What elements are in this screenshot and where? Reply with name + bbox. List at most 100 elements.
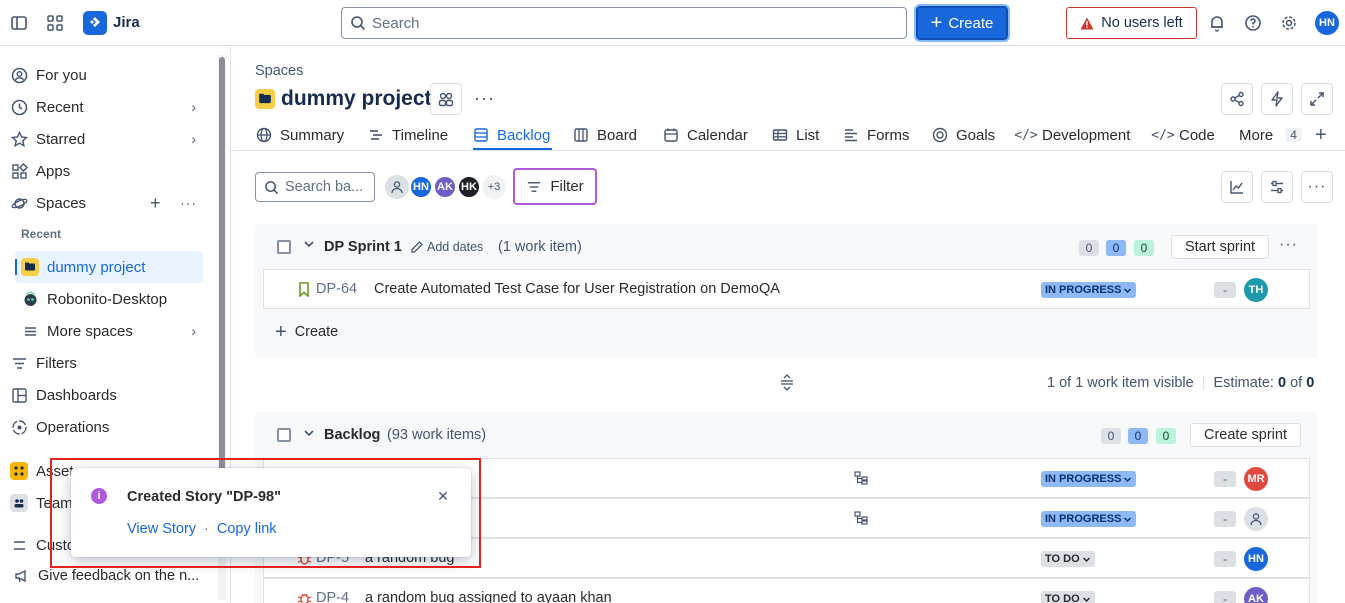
status-dropdown[interactable]: TO DO <box>1041 551 1095 567</box>
automation-button[interactable] <box>1261 83 1293 115</box>
assignee-avatar[interactable]: TH <box>1244 278 1268 302</box>
sidebar-scrollbar-thumb[interactable] <box>219 57 225 507</box>
estimate-badge[interactable]: - <box>1214 591 1236 603</box>
estimate-badge[interactable]: - <box>1214 282 1236 298</box>
no-users-left-button[interactable]: No users left <box>1066 7 1197 39</box>
jira-logo-icon[interactable] <box>83 11 107 35</box>
settings-gear-icon[interactable] <box>1278 12 1300 34</box>
sprint-select-checkbox[interactable] <box>277 240 291 254</box>
sprint-title[interactable]: DP Sprint 1 <box>324 239 402 255</box>
work-item-summary[interactable]: Create Automated Test Case for User Regi… <box>374 281 780 297</box>
section-resize-handle-icon[interactable] <box>779 373 795 391</box>
work-item-key[interactable]: DP-4 <box>316 590 349 603</box>
project-people-button[interactable] <box>430 83 462 115</box>
more-avatars-button[interactable]: +3 <box>482 175 506 199</box>
project-more-actions-icon[interactable]: ··· <box>474 88 495 109</box>
create-sprint-button[interactable]: Create sprint <box>1190 423 1301 447</box>
backlog-title[interactable]: Backlog <box>324 427 380 443</box>
sidebar-item-more-spaces[interactable]: More spaces › <box>21 318 210 344</box>
sidebar-toggle-icon[interactable] <box>8 12 30 34</box>
code-brackets-icon: </> <box>1014 127 1038 143</box>
global-search-input[interactable]: Search <box>341 7 907 39</box>
hierarchy-icon[interactable] <box>854 471 868 488</box>
share-button[interactable] <box>1221 83 1253 115</box>
estimate-badge[interactable]: - <box>1214 471 1236 487</box>
status-dropdown[interactable]: IN PROGRESS <box>1041 282 1137 298</box>
backlog-select-checkbox[interactable] <box>277 428 291 442</box>
give-feedback-link[interactable]: Give feedback on the n... <box>14 568 199 584</box>
more-options-icon[interactable]: ··· <box>180 195 197 211</box>
backlog-search-input[interactable]: Search ba... <box>255 172 375 202</box>
assignee-avatar[interactable]: HN <box>1244 547 1268 571</box>
sidebar-item-robonito-desktop[interactable]: Robonito-Desktop <box>21 286 167 312</box>
status-dropdown[interactable]: IN PROGRESS <box>1041 511 1137 527</box>
sidebar-item-label: Starred <box>36 130 86 148</box>
user-avatar[interactable]: HN <box>1315 11 1339 35</box>
filter-button[interactable]: Filter <box>513 168 597 205</box>
done-count-badge: 0 <box>1134 240 1154 256</box>
create-work-item-button[interactable]: + Create <box>275 322 338 342</box>
sidebar-item-dummy-project[interactable]: dummy project <box>21 254 145 280</box>
avatar-filter-ak[interactable]: AK <box>433 175 457 199</box>
work-item-summary[interactable]: a random bug assigned to ayaan khan <box>365 590 612 603</box>
add-dates-button[interactable]: Add dates <box>410 240 483 254</box>
sidebar-item-for-you[interactable]: For you <box>10 62 87 88</box>
sidebar-item-recent[interactable]: Recent › <box>10 94 210 120</box>
sidebar-item-operations[interactable]: Operations <box>10 414 109 440</box>
unassigned-avatar[interactable] <box>1244 507 1268 531</box>
breadcrumb-spaces[interactable]: Spaces <box>255 63 303 79</box>
status-dropdown[interactable]: IN PROGRESS <box>1041 471 1137 487</box>
tab-board[interactable]: Board <box>573 124 637 146</box>
status-dropdown[interactable]: TO DO <box>1041 591 1095 603</box>
work-item-key[interactable]: DP-64 <box>316 281 357 297</box>
unassigned-avatar-filter[interactable] <box>385 175 409 199</box>
assignee-avatar[interactable]: AK <box>1244 587 1268 603</box>
tab-development[interactable]: </> Development <box>1014 124 1130 146</box>
add-tab-icon[interactable]: + <box>1315 124 1327 146</box>
tab-list[interactable]: List <box>772 124 819 146</box>
tab-summary[interactable]: Summary <box>256 124 344 146</box>
app-switcher-icon[interactable] <box>44 12 66 34</box>
add-space-icon[interactable]: + <box>150 193 161 214</box>
notifications-bell-icon[interactable] <box>1206 12 1228 34</box>
start-sprint-button[interactable]: Start sprint <box>1171 235 1269 259</box>
estimate-badge[interactable]: - <box>1214 551 1236 567</box>
sidebar-item-filters[interactable]: Filters <box>10 350 77 376</box>
app-name[interactable]: Jira <box>113 14 140 31</box>
more-options-button[interactable]: ··· <box>1301 171 1333 203</box>
sidebar-item-label: Filters <box>36 354 77 372</box>
view-settings-button[interactable] <box>1261 171 1293 203</box>
create-button[interactable]: + Create <box>914 4 1010 42</box>
tab-more[interactable]: More 4 <box>1239 124 1302 146</box>
chevron-right-icon[interactable]: › <box>191 131 196 147</box>
avatar-filter-hk[interactable]: HK <box>457 175 481 199</box>
sprint-more-actions-icon[interactable]: ··· <box>1279 236 1298 254</box>
table-row[interactable]: DP-64 Create Automated Test Case for Use… <box>263 269 1310 309</box>
tab-code[interactable]: </> Code <box>1151 124 1215 146</box>
tab-goals[interactable]: Goals <box>932 124 995 146</box>
teams-icon <box>10 494 28 512</box>
hierarchy-icon[interactable] <box>854 511 868 528</box>
tab-calendar[interactable]: Calendar <box>663 124 748 146</box>
table-row[interactable]: DP-4 a random bug assigned to ayaan khan… <box>263 578 1310 603</box>
sidebar-item-starred[interactable]: Starred › <box>10 126 210 152</box>
chevron-right-icon[interactable]: › <box>191 99 196 115</box>
assignee-avatar[interactable]: MR <box>1244 467 1268 491</box>
fullscreen-button[interactable] <box>1301 83 1333 115</box>
tab-label: Forms <box>867 126 910 144</box>
sidebar-item-spaces[interactable]: Spaces + ··· <box>10 190 210 216</box>
sidebar-item-dashboards[interactable]: Dashboards <box>10 382 117 408</box>
chevron-down-icon[interactable] <box>303 238 315 253</box>
insights-button[interactable] <box>1221 171 1253 203</box>
avatar-filter-hn[interactable]: HN <box>409 175 433 199</box>
create-button-label: Create <box>948 14 994 32</box>
sidebar-item-apps[interactable]: Apps <box>10 158 70 184</box>
tab-backlog[interactable]: Backlog <box>473 124 550 146</box>
tab-forms[interactable]: Forms <box>843 124 910 146</box>
help-icon[interactable] <box>1242 12 1264 34</box>
sidebar-item-label: Recent <box>36 98 84 116</box>
chevron-right-icon[interactable]: › <box>191 323 196 339</box>
tab-timeline[interactable]: Timeline <box>368 124 448 146</box>
chevron-down-icon[interactable] <box>303 426 315 442</box>
estimate-badge[interactable]: - <box>1214 511 1236 527</box>
